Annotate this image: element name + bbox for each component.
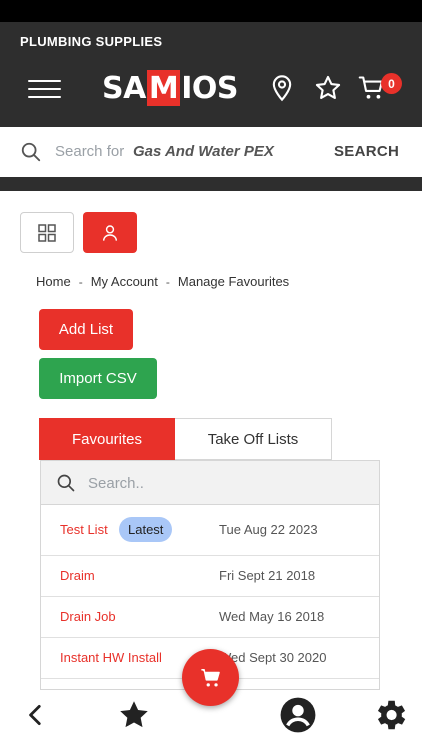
list-item[interactable]: Test List Latest Tue Aug 22 2023 <box>41 505 379 556</box>
list-search-input[interactable]: Search.. <box>41 460 379 505</box>
cart-icon <box>200 668 220 687</box>
list-date: Fri Sept 21 2018 <box>219 568 316 583</box>
search-icon <box>57 474 75 492</box>
tab-take-off-lists[interactable]: Take Off Lists <box>175 418 332 460</box>
list-name[interactable]: Test List <box>60 522 108 537</box>
list-date: Wed May 16 2018 <box>219 609 325 624</box>
back-icon[interactable] <box>16 695 56 735</box>
dashboard-view-button[interactable] <box>20 212 74 253</box>
logo-right: IOS <box>181 70 238 106</box>
account-view-button[interactable] <box>83 212 137 253</box>
latest-badge: Latest <box>119 517 173 542</box>
brand-logo[interactable]: SA M IOS <box>102 70 238 106</box>
breadcrumb-separator: - <box>78 274 83 289</box>
tab-favourites[interactable]: Favourites <box>39 418 175 460</box>
status-bar <box>0 0 422 22</box>
location-pin-icon[interactable] <box>268 74 296 102</box>
add-list-button[interactable]: Add List <box>39 309 133 350</box>
header-divider <box>0 177 422 191</box>
list-name[interactable]: Draim <box>60 568 95 583</box>
list-date: Tue Aug 22 2023 <box>219 522 318 537</box>
search-suggestion: Gas And Water PEX <box>133 143 274 160</box>
account-icon[interactable] <box>278 695 318 735</box>
header-tagline: PLUMBING SUPPLIES <box>20 34 163 49</box>
cart-fab-button[interactable] <box>182 649 239 706</box>
breadcrumb-separator: - <box>165 274 170 289</box>
list-name[interactable]: Instant HW Install <box>60 650 162 665</box>
grid-icon <box>38 223 56 242</box>
star-icon[interactable] <box>314 74 342 102</box>
breadcrumb-current: Manage Favourites <box>177 274 290 289</box>
app-header: PLUMBING SUPPLIES SA M IOS 0 <box>0 22 422 127</box>
search-button[interactable]: SEARCH <box>334 143 399 160</box>
breadcrumb: Home - My Account - Manage Favourites <box>36 274 289 289</box>
import-csv-button[interactable]: Import CSV <box>39 358 157 399</box>
breadcrumb-home[interactable]: Home <box>36 274 71 289</box>
list-tabs: Favourites Take Off Lists <box>39 418 332 460</box>
search-icon <box>21 142 41 162</box>
user-icon <box>102 224 118 241</box>
product-search-bar[interactable]: Search for Gas And Water PEX SEARCH <box>0 127 422 177</box>
list-name[interactable]: Drain Job <box>60 609 116 624</box>
list-search-placeholder: Search.. <box>88 475 144 492</box>
cart-count-badge: 0 <box>381 73 402 94</box>
list-item[interactable]: Draim Fri Sept 21 2018 <box>41 556 379 597</box>
search-prefix: Search for <box>55 143 125 160</box>
menu-icon[interactable] <box>28 80 61 98</box>
breadcrumb-my-account[interactable]: My Account <box>91 274 158 289</box>
settings-gear-icon[interactable] <box>370 695 410 735</box>
logo-left: SA <box>102 70 146 106</box>
list-item[interactable]: Drain Job Wed May 16 2018 <box>41 597 379 638</box>
favourites-star-icon[interactable] <box>114 695 154 735</box>
logo-middle: M <box>146 70 181 106</box>
